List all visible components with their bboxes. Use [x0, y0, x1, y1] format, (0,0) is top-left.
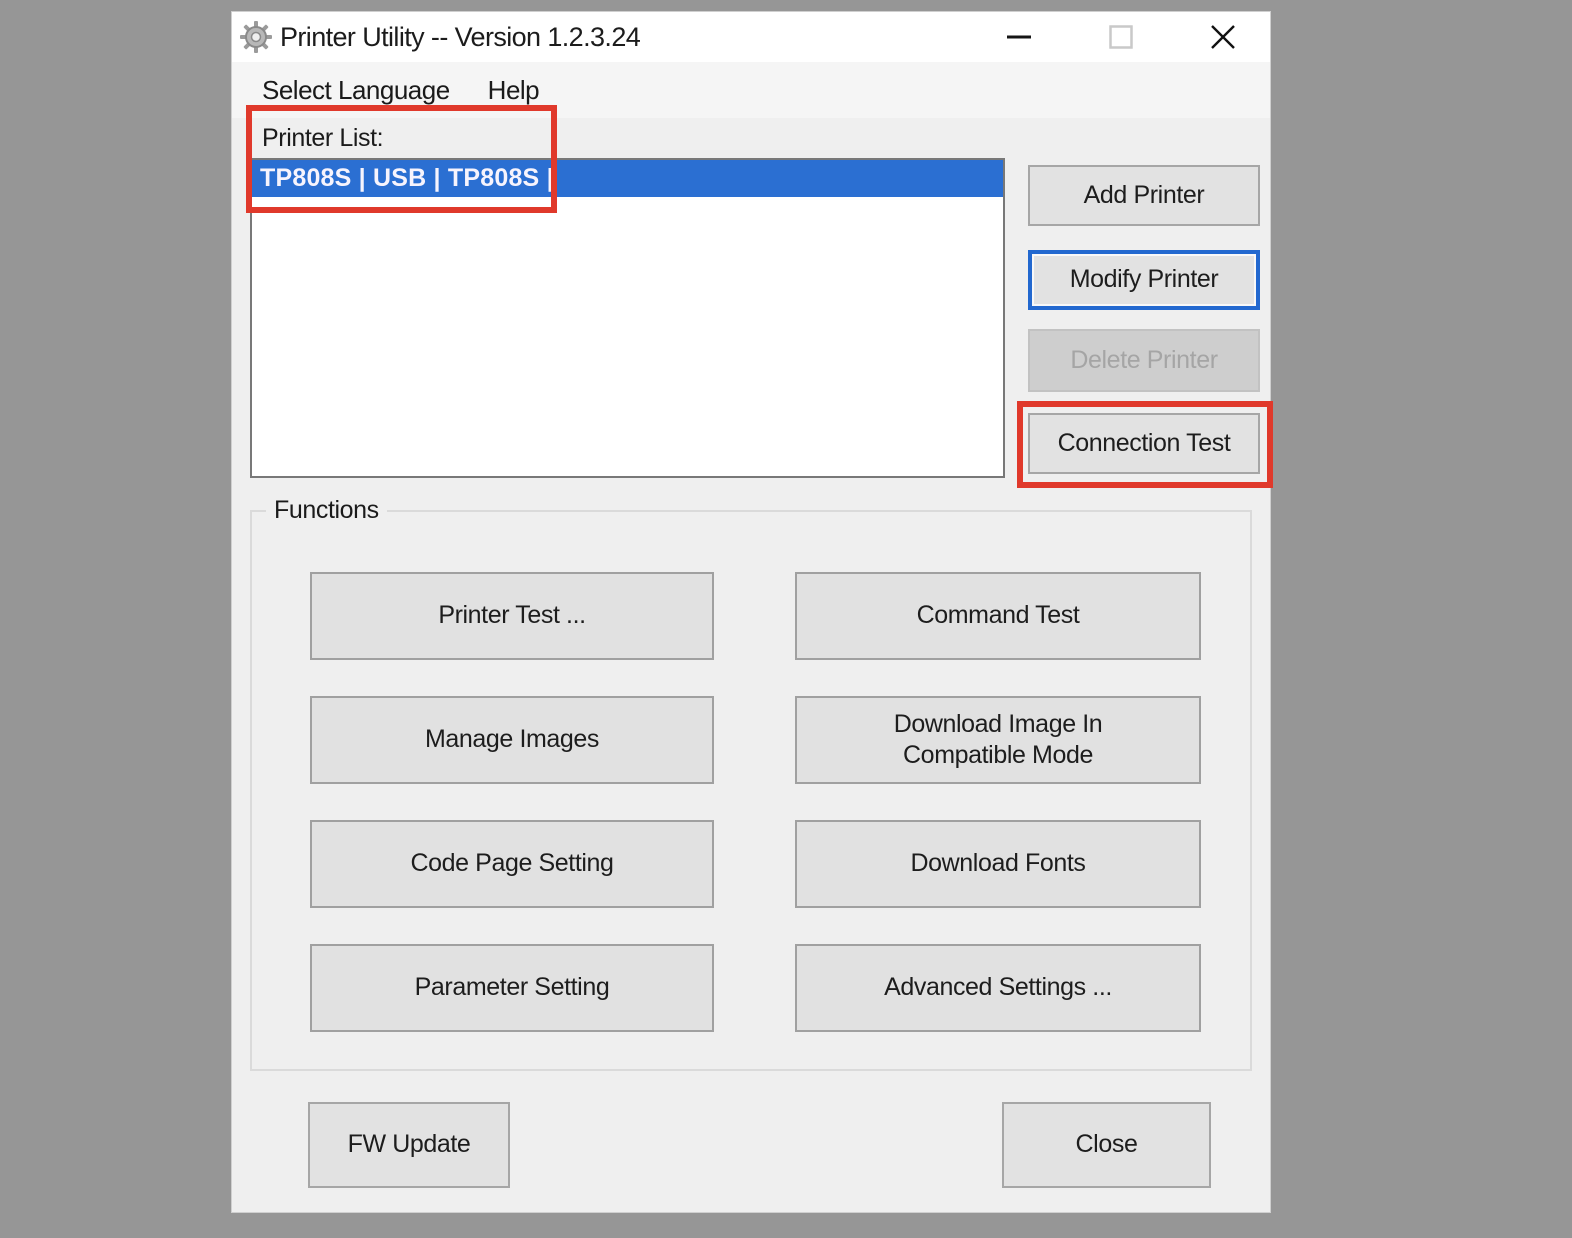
download-image-compatible-button[interactable]: Download Image In Compatible Mode — [795, 696, 1201, 784]
menu-select-language[interactable]: Select Language — [262, 75, 450, 106]
code-page-setting-button[interactable]: Code Page Setting — [310, 820, 714, 908]
close-button[interactable]: Close — [1002, 1102, 1211, 1188]
minimize-icon — [1006, 34, 1032, 40]
download-fonts-button[interactable]: Download Fonts — [795, 820, 1201, 908]
connection-test-button[interactable]: Connection Test — [1028, 413, 1260, 474]
maximize-icon — [1109, 25, 1133, 49]
window-title: Printer Utility -- Version 1.2.3.24 — [280, 12, 640, 62]
fw-update-button[interactable]: FW Update — [308, 1102, 510, 1188]
close-window-button[interactable] — [1194, 12, 1252, 62]
menu-help[interactable]: Help — [488, 75, 539, 106]
gear-icon — [240, 21, 272, 53]
printer-list-item-selected[interactable]: TP808S | USB | TP808S | — [252, 160, 1003, 197]
titlebar: Printer Utility -- Version 1.2.3.24 — [232, 12, 1270, 62]
menubar: Select Language Help — [232, 62, 1270, 118]
parameter-setting-button[interactable]: Parameter Setting — [310, 944, 714, 1032]
close-icon — [1211, 25, 1235, 49]
advanced-settings-button[interactable]: Advanced Settings ... — [795, 944, 1201, 1032]
printer-list-label: Printer List: — [262, 124, 383, 153]
functions-group-label: Functions — [266, 496, 387, 525]
add-printer-button[interactable]: Add Printer — [1028, 165, 1260, 226]
printer-utility-window: Printer Utility -- Version 1.2.3.24 Sele… — [232, 12, 1270, 1212]
modify-printer-button[interactable]: Modify Printer — [1028, 250, 1260, 310]
printer-test-button[interactable]: Printer Test ... — [310, 572, 714, 660]
delete-printer-button: Delete Printer — [1028, 329, 1260, 392]
command-test-button[interactable]: Command Test — [795, 572, 1201, 660]
printer-listbox[interactable]: TP808S | USB | TP808S | — [250, 158, 1005, 478]
manage-images-button[interactable]: Manage Images — [310, 696, 714, 784]
minimize-button[interactable] — [990, 12, 1048, 62]
maximize-button[interactable] — [1092, 12, 1150, 62]
